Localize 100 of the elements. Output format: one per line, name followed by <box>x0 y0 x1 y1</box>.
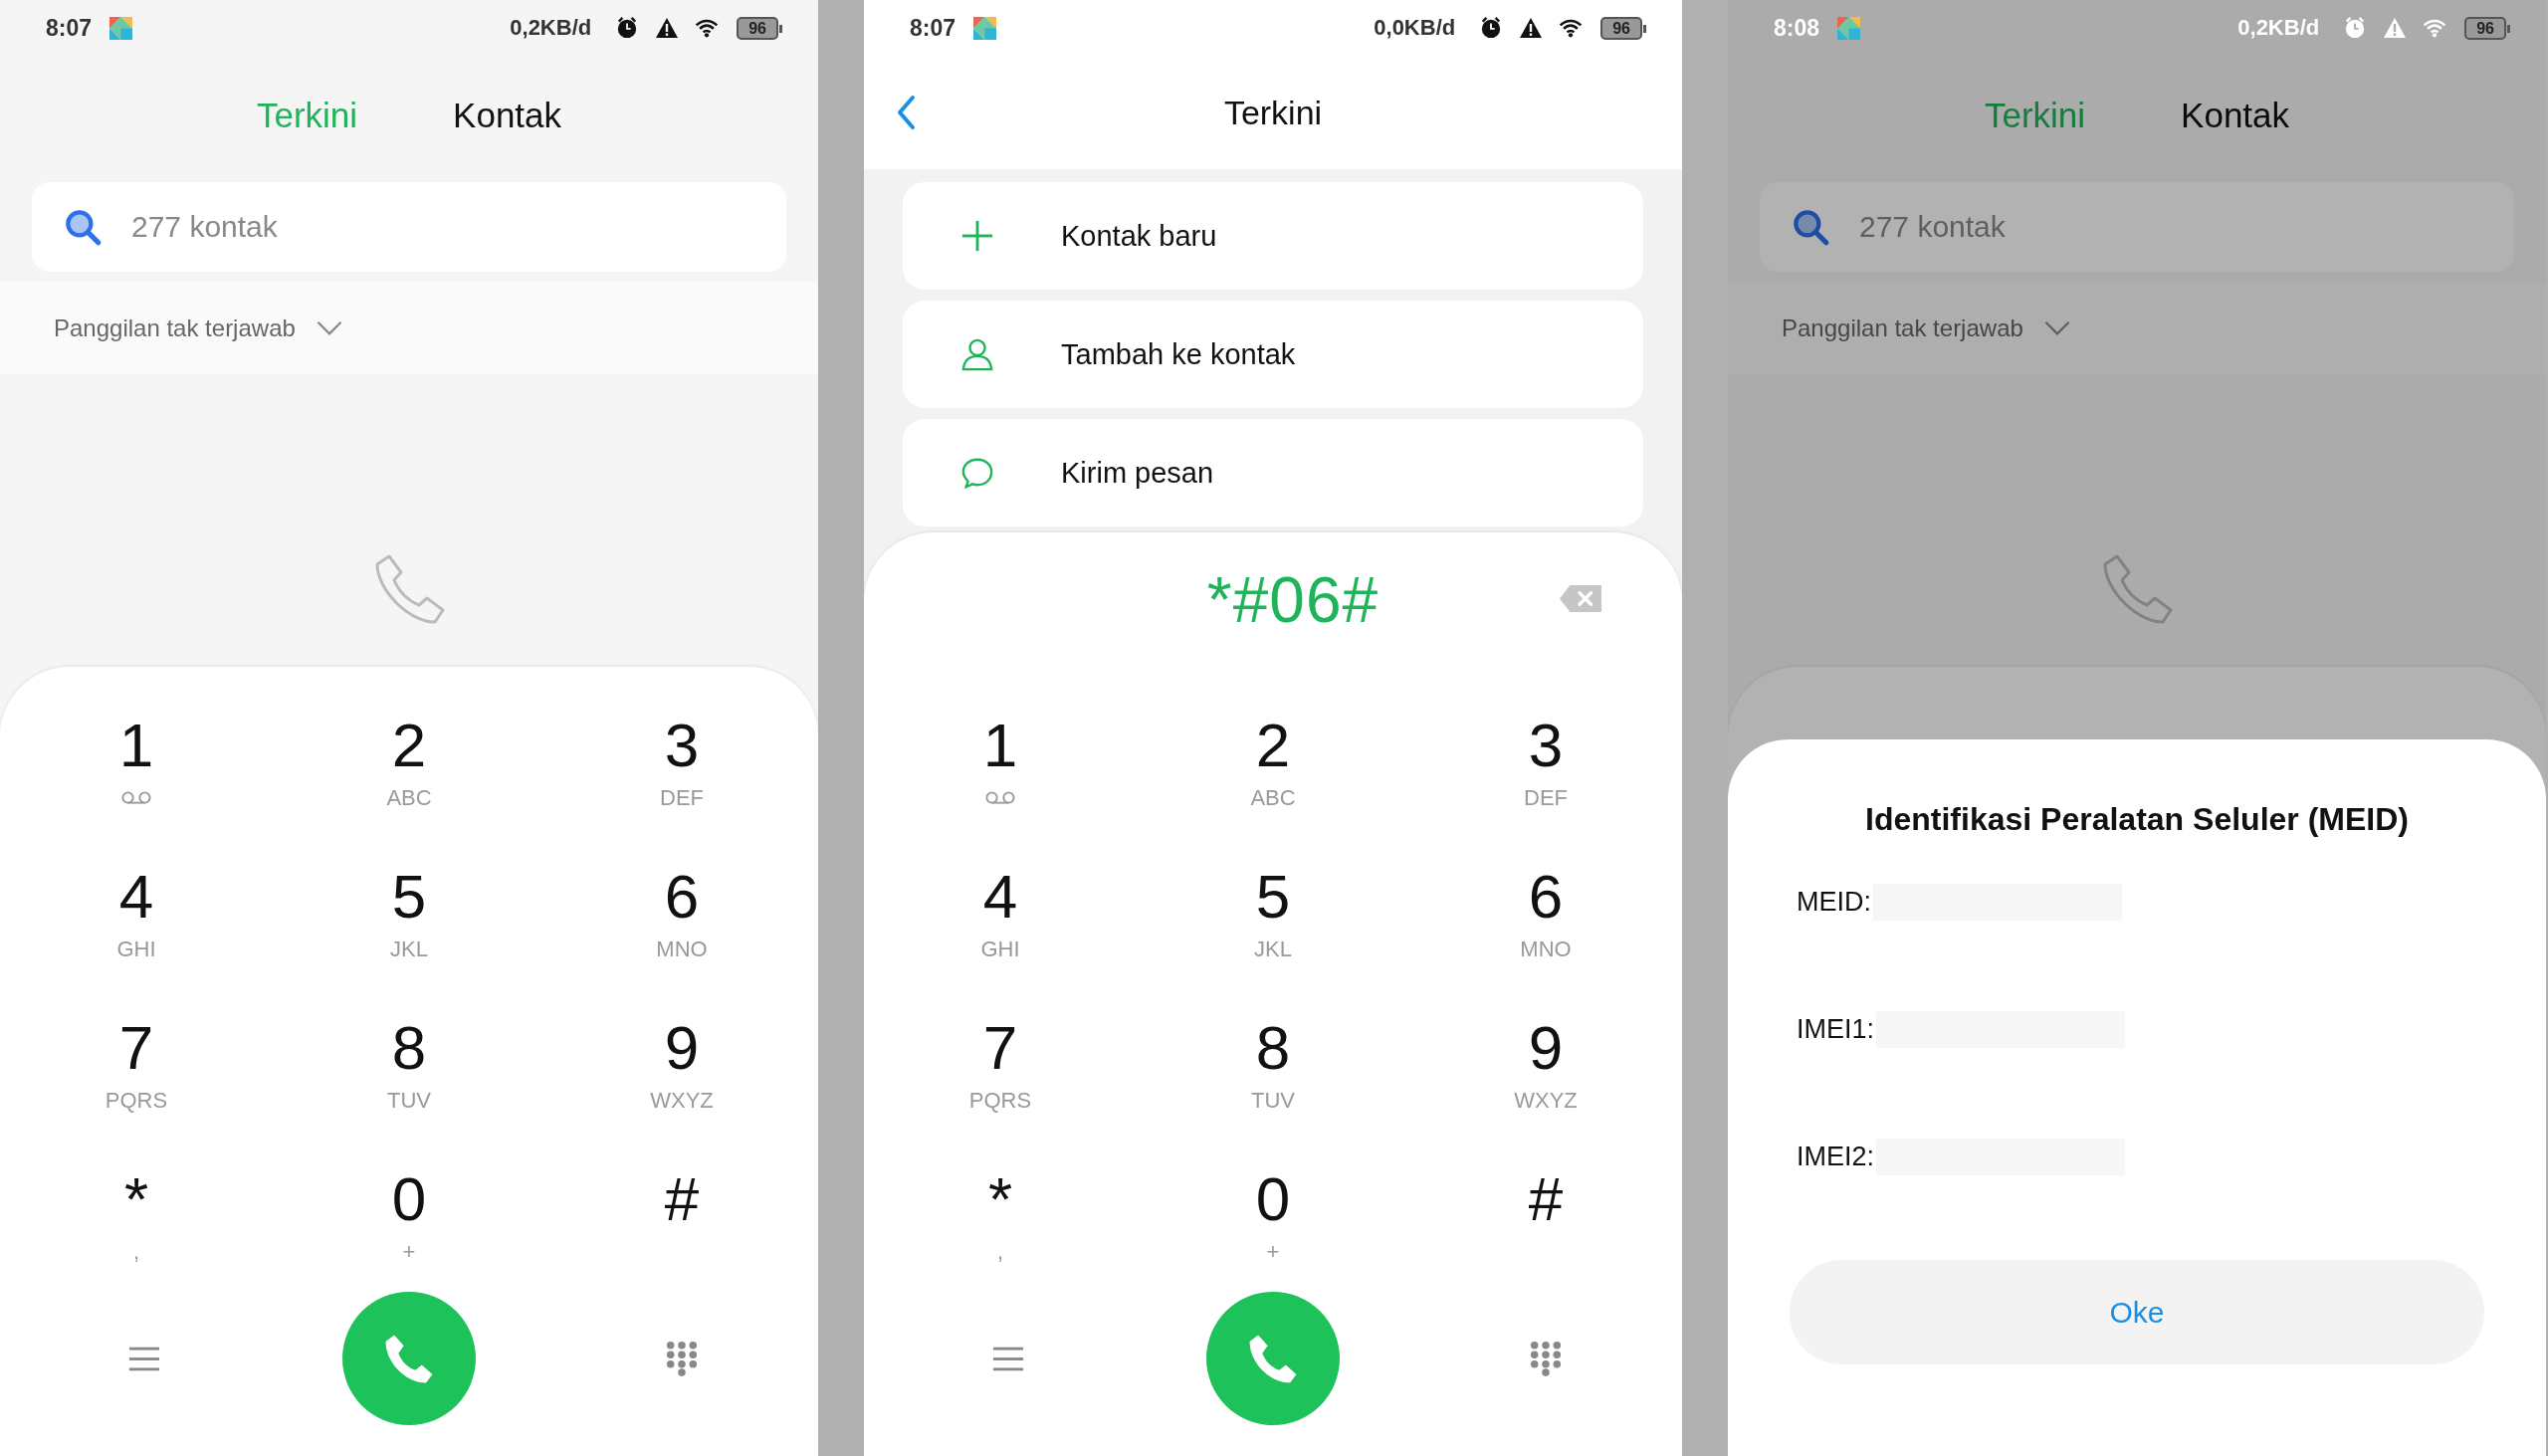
tab[interactable]: Kontak <box>445 92 570 139</box>
key-letters: TUV <box>1251 1089 1295 1113</box>
person-icon <box>960 337 994 371</box>
dial-key[interactable]: 0 + <box>1193 1141 1353 1292</box>
key-letters: WXYZ <box>650 1089 714 1113</box>
key-letters: , <box>132 1240 140 1264</box>
chat-bubble-icon <box>960 456 994 490</box>
key-letters: TUV <box>387 1089 431 1113</box>
dial-key[interactable]: 9 WXYZ <box>1466 989 1625 1141</box>
data-rate: 0,2KB/d <box>2237 15 2320 41</box>
key-digit: 3 <box>664 715 700 776</box>
key-digit: 2 <box>391 715 427 776</box>
key-digit: 8 <box>1255 1017 1291 1079</box>
data-rate: 0,0KB/d <box>1374 15 1456 41</box>
key-digit: * <box>123 1168 149 1230</box>
dialpad-icon[interactable] <box>666 1341 698 1376</box>
field-label: IMEI1: <box>1797 1013 1875 1045</box>
header-title: Terkini <box>1222 93 1324 132</box>
key-digit: 6 <box>664 866 700 928</box>
tab[interactable]: Kontak <box>2173 92 2298 139</box>
clock-time: 8:07 <box>46 14 93 42</box>
plus-icon <box>960 219 994 253</box>
wifi-icon <box>1559 17 1584 39</box>
dial-key[interactable]: 7 PQRS <box>921 989 1080 1141</box>
dial-key[interactable]: # <box>1466 1141 1625 1292</box>
key-letters: GHI <box>980 937 1020 961</box>
dial-key[interactable]: 1 <box>57 687 216 838</box>
clock-time: 8:08 <box>1774 14 1820 42</box>
dial-key[interactable]: 2 ABC <box>1193 687 1353 838</box>
dial-key[interactable]: * , <box>57 1141 216 1292</box>
search-field[interactable]: 277 kontak <box>1760 182 2514 272</box>
dial-key[interactable]: 5 JKL <box>329 838 489 989</box>
key-letters: DEF <box>1524 786 1568 810</box>
dial-key[interactable]: 8 TUV <box>1193 989 1353 1141</box>
dial-key[interactable]: # <box>602 1141 761 1292</box>
key-letters: MNO <box>1520 937 1572 961</box>
dial-key[interactable]: 5 JKL <box>1193 838 1353 989</box>
filter-dropdown[interactable]: Panggilan tak terjawab <box>1774 308 2079 348</box>
key-letters: JKL <box>390 937 428 961</box>
voicemail-icon <box>984 790 1016 805</box>
chevron-down-icon <box>2042 319 2071 336</box>
wifi-icon <box>2423 17 2447 39</box>
key-letters: ABC <box>1250 786 1296 810</box>
action-item[interactable]: Kontak baru <box>903 182 1643 290</box>
key-letters: DEF <box>660 786 704 810</box>
key-letters: PQRS <box>968 1089 1032 1113</box>
clock-time: 8:07 <box>910 14 956 42</box>
key-letters: MNO <box>656 937 708 961</box>
dial-key[interactable]: 3 DEF <box>602 687 761 838</box>
key-digit: 7 <box>982 1017 1018 1079</box>
dial-key[interactable]: 8 TUV <box>329 989 489 1141</box>
action-item[interactable]: Tambah ke kontak <box>903 301 1643 408</box>
dial-key[interactable]: 2 ABC <box>329 687 489 838</box>
dial-key[interactable]: 7 PQRS <box>57 989 216 1141</box>
back-icon[interactable] <box>896 95 916 130</box>
dial-key[interactable]: 4 GHI <box>57 838 216 989</box>
app-notification-icon <box>109 16 133 40</box>
key-digit: 4 <box>982 866 1018 928</box>
key-digit: 5 <box>1255 866 1291 928</box>
dialpad-icon[interactable] <box>1530 1341 1562 1376</box>
warning-icon <box>655 17 680 39</box>
key-digit: 0 <box>391 1168 427 1230</box>
key-digit: # <box>664 1168 700 1230</box>
key-digit: 5 <box>391 866 427 928</box>
warning-icon <box>2383 17 2408 39</box>
key-letters: + <box>1266 1240 1280 1264</box>
key-digit: 9 <box>664 1017 700 1079</box>
wifi-icon <box>695 17 720 39</box>
key-letters: , <box>996 1240 1004 1264</box>
dialed-number: *#06# <box>1206 562 1380 637</box>
key-digit: 1 <box>982 715 1018 776</box>
key-letters: + <box>402 1240 416 1264</box>
search-field[interactable]: 277 kontak <box>32 182 786 272</box>
warning-icon <box>1519 17 1544 39</box>
menu-icon[interactable] <box>128 1345 160 1372</box>
dialog-title: Identifikasi Peralatan Seluler (MEID) <box>1864 801 2410 838</box>
dial-key[interactable]: 4 GHI <box>921 838 1080 989</box>
key-digit: * <box>987 1168 1013 1230</box>
key-letters: ABC <box>386 786 432 810</box>
dial-key[interactable]: 6 MNO <box>1466 838 1625 989</box>
key-digit: # <box>1528 1168 1564 1230</box>
data-rate: 0,2KB/d <box>510 15 592 41</box>
key-letters: PQRS <box>105 1089 168 1113</box>
filter-dropdown[interactable]: Panggilan tak terjawab <box>46 308 351 348</box>
key-digit: 2 <box>1255 715 1291 776</box>
key-digit: 6 <box>1528 866 1564 928</box>
dial-key[interactable]: * , <box>921 1141 1080 1292</box>
app-notification-icon <box>973 16 997 40</box>
dial-key[interactable]: 6 MNO <box>602 838 761 989</box>
chevron-down-icon <box>315 319 343 336</box>
dial-key[interactable]: 9 WXYZ <box>602 989 761 1141</box>
voicemail-icon <box>120 790 152 805</box>
dial-key[interactable]: 1 <box>921 687 1080 838</box>
key-digit: 0 <box>1255 1168 1291 1230</box>
dial-key[interactable]: 0 + <box>329 1141 489 1292</box>
dial-key[interactable]: 3 DEF <box>1466 687 1625 838</box>
action-label: Kontak baru <box>1061 219 1217 253</box>
action-item[interactable]: Kirim pesan <box>903 419 1643 526</box>
menu-icon[interactable] <box>992 1345 1024 1372</box>
field-label: IMEI2: <box>1797 1141 1875 1172</box>
